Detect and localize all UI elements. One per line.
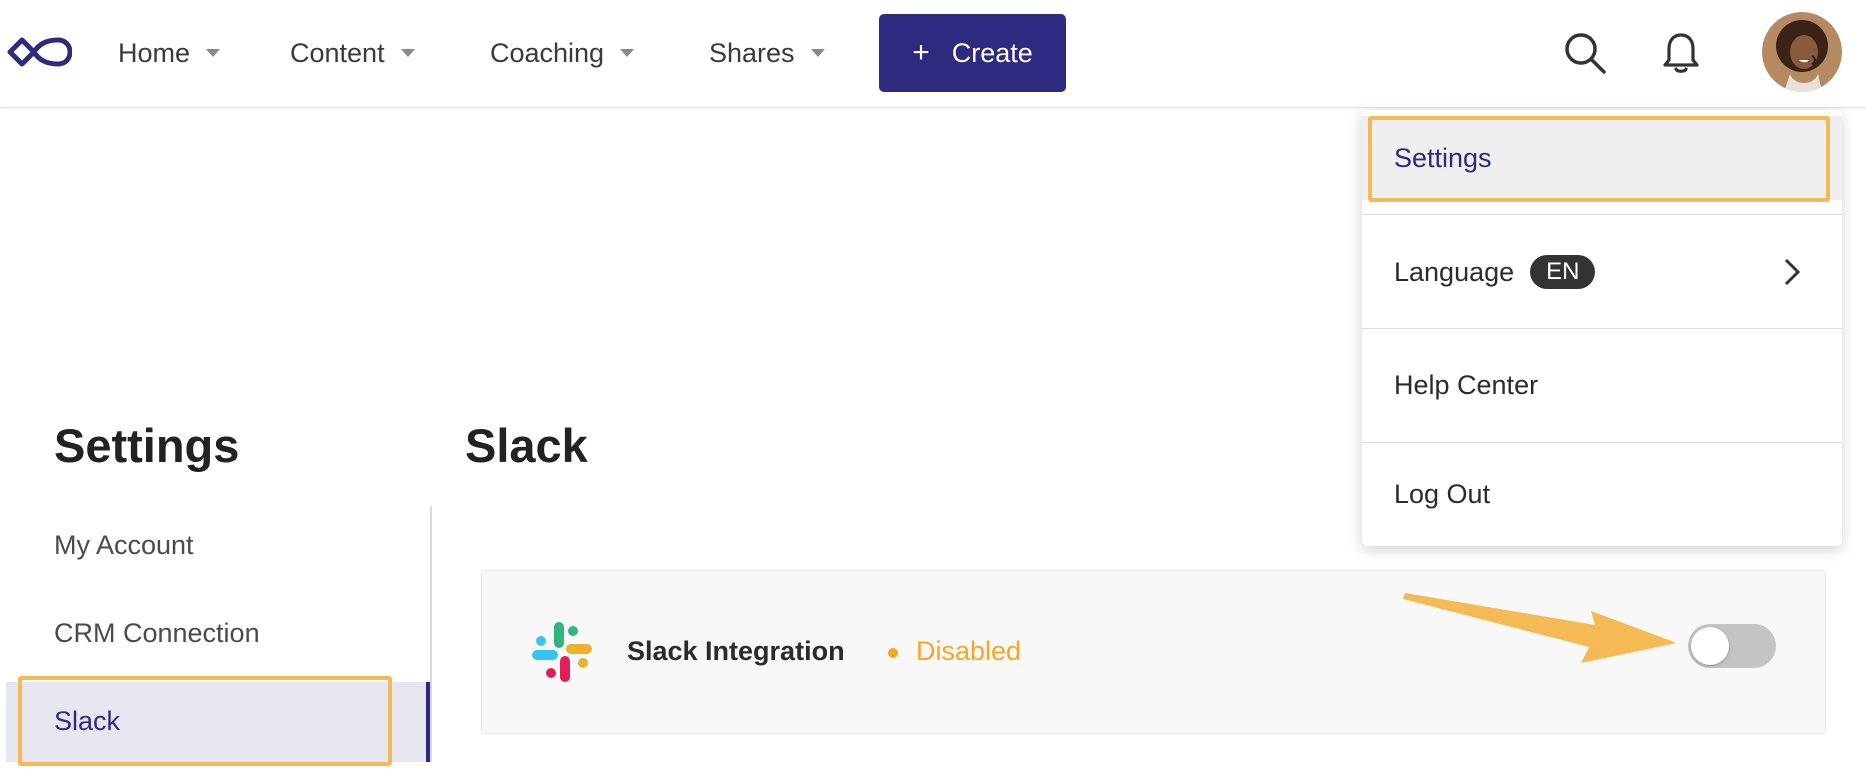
top-nav-bar: Home Content Coaching Shares + Create [0,0,1866,108]
page-title: Slack [465,419,588,472]
caret-down-icon [620,49,635,57]
toggle-knob [1691,627,1729,665]
sidebar-divider [430,506,432,762]
menu-divider [1362,214,1842,215]
sidebar-item-slack[interactable]: Slack [54,706,120,737]
sidebar-item-my-account[interactable]: My Account [54,530,194,561]
create-button[interactable]: + Create [879,14,1066,92]
menu-item-settings-label: Settings [1394,142,1492,173]
menu-item-help-center-label: Help Center [1394,369,1539,400]
caret-down-icon [810,49,825,57]
slack-logo-icon [532,622,592,682]
nav-shares[interactable]: Shares [709,30,825,76]
nav-content[interactable]: Content [290,30,415,76]
slack-integration-toggle[interactable] [1688,624,1776,668]
nav-coaching-label: Coaching [490,37,605,68]
integration-name: Slack Integration [627,636,845,666]
user-menu: Settings Language EN Help Center Log Out [1362,110,1842,546]
status-badge: Disabled [916,636,1022,666]
menu-item-language[interactable]: Language EN [1362,218,1842,326]
language-badge: EN [1530,255,1596,289]
app-logo[interactable] [6,32,72,72]
caret-down-icon [206,49,221,57]
sidebar-item-crm-connection[interactable]: CRM Connection [54,618,260,649]
menu-item-log-out-label: Log Out [1394,479,1491,509]
menu-item-log-out[interactable]: Log Out [1362,443,1842,546]
menu-item-settings[interactable]: Settings [1362,116,1842,200]
status-dot-icon [888,648,898,658]
sidebar-active-indicator [426,682,430,762]
bell-icon[interactable] [1658,30,1704,76]
nav-shares-label: Shares [709,37,795,68]
user-avatar[interactable] [1762,12,1842,92]
avatar-image [1762,12,1842,92]
settings-heading: Settings [54,419,240,472]
nav-home-label: Home [118,37,191,68]
menu-item-help-center[interactable]: Help Center [1362,329,1842,441]
nav-coaching[interactable]: Coaching [490,30,635,76]
caret-down-icon [400,49,415,57]
chevron-right-icon [1784,258,1801,286]
create-button-label: Create [951,37,1033,68]
plus-icon: + [912,36,930,69]
nav-home[interactable]: Home [118,30,221,76]
search-icon[interactable] [1562,30,1608,76]
nav-content-label: Content [290,37,385,68]
menu-item-language-label: Language [1394,256,1515,287]
